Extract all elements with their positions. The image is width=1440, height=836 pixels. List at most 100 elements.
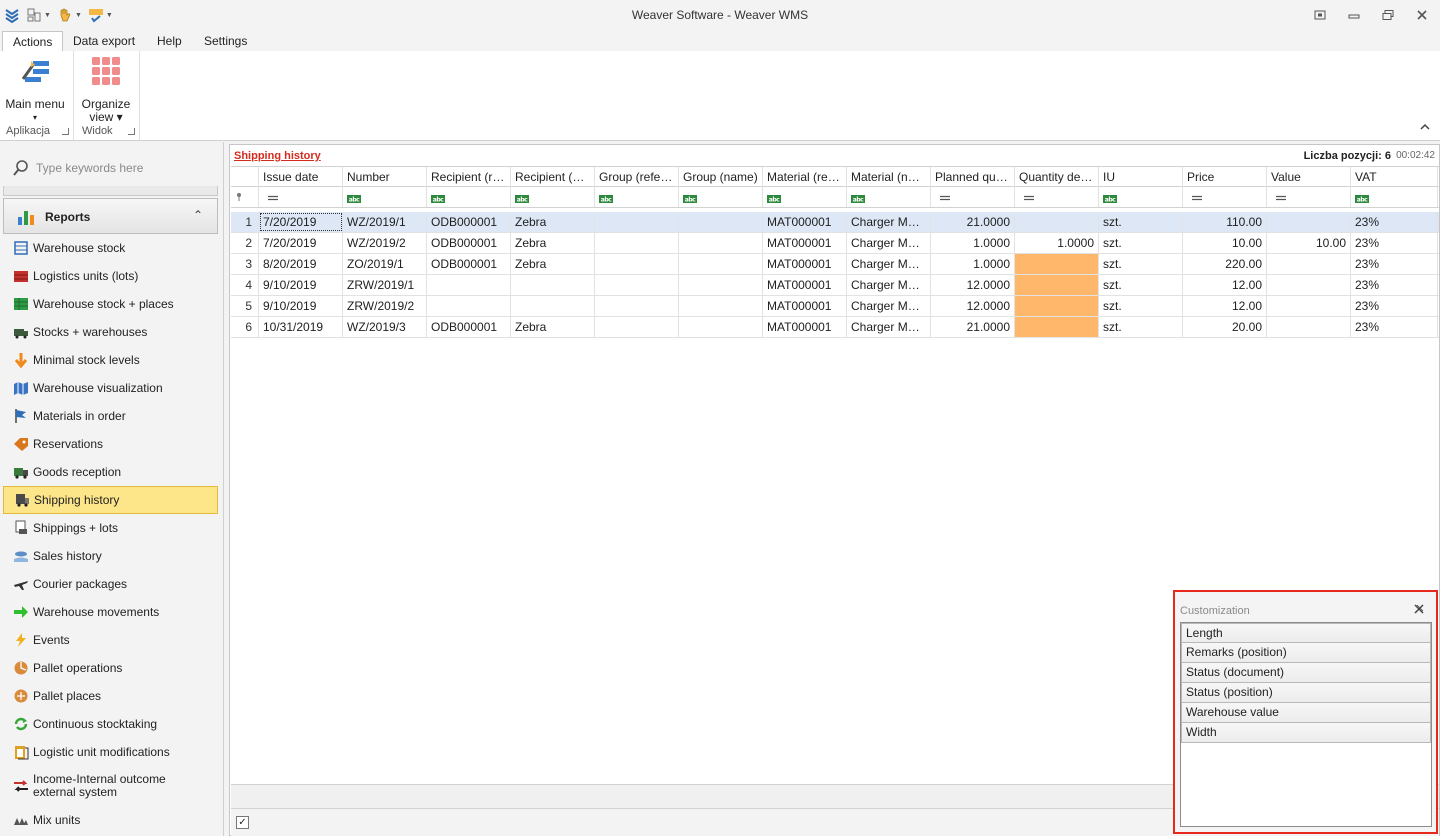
table-cell[interactable]: 1.0000 xyxy=(931,233,1015,253)
table-cell[interactable]: MAT000001 xyxy=(763,233,847,253)
tab-settings[interactable]: Settings xyxy=(194,31,257,53)
main-menu-button[interactable]: Main menu ▾ xyxy=(4,55,66,124)
table-cell[interactable] xyxy=(1015,296,1099,316)
table-cell[interactable]: MAT000001 xyxy=(763,317,847,337)
table-cell[interactable]: WZ/2019/3 xyxy=(343,317,427,337)
sidebar-item-courier-packages[interactable]: Courier packages xyxy=(3,570,218,598)
filter-cell[interactable]: abc xyxy=(511,187,595,207)
table-cell[interactable]: 7/20/2019 xyxy=(259,212,343,232)
table-cell[interactable] xyxy=(427,275,511,295)
table-cell[interactable]: 20.00 xyxy=(1183,317,1267,337)
filter-cell[interactable] xyxy=(1015,187,1099,207)
fullscreen-button[interactable] xyxy=(1308,6,1332,24)
sidebar-item-stocks-warehouses[interactable]: Stocks + warehouses xyxy=(3,318,218,346)
table-cell[interactable]: Charger MS221 xyxy=(847,296,931,316)
table-cell[interactable]: 10/31/2019 xyxy=(259,317,343,337)
column-header-quantity-deliv[interactable]: Quantity deliv... xyxy=(1015,167,1099,187)
table-cell[interactable]: ODB000001 xyxy=(427,317,511,337)
hidden-column-warehouse-value[interactable]: Warehouse value xyxy=(1181,703,1431,723)
tab-help[interactable]: Help xyxy=(147,31,192,53)
filter-cell[interactable] xyxy=(1267,187,1351,207)
filter-cell[interactable]: abc xyxy=(595,187,679,207)
table-cell[interactable]: ZO/2019/1 xyxy=(343,254,427,274)
table-cell[interactable]: WZ/2019/2 xyxy=(343,233,427,253)
table-row[interactable]: 4 9/10/2019 ZRW/2019/1 MAT000001 Charger MS2… xyxy=(231,275,1439,296)
table-cell[interactable]: 23% xyxy=(1351,233,1438,253)
table-cell[interactable]: 12.00 xyxy=(1183,296,1267,316)
chevron-up-icon[interactable]: ⌃ xyxy=(193,208,203,222)
sidebar-item-logistic-unit-modifications[interactable]: Logistic unit modifications xyxy=(3,738,218,766)
filter-cell[interactable]: abc xyxy=(1351,187,1438,207)
table-row[interactable]: 1 7/20/2019 WZ/2019/1 ODB000001 Zebra MAT0000… xyxy=(231,212,1439,233)
table-cell[interactable] xyxy=(1267,212,1351,232)
filter-cell[interactable]: abc xyxy=(847,187,931,207)
table-cell[interactable] xyxy=(1015,212,1099,232)
table-cell[interactable]: 110.00 xyxy=(1183,212,1267,232)
table-cell[interactable]: MAT000001 xyxy=(763,254,847,274)
table-cell[interactable]: Charger MS221 xyxy=(847,254,931,274)
table-cell[interactable]: ODB000001 xyxy=(427,212,511,232)
table-cell[interactable]: MAT000001 xyxy=(763,296,847,316)
table-cell[interactable]: 7/20/2019 xyxy=(259,233,343,253)
minimize-button[interactable] xyxy=(1342,6,1366,24)
sidebar-item-minimal-stock-levels[interactable]: Minimal stock levels xyxy=(3,346,218,374)
table-cell[interactable]: Zebra xyxy=(511,233,595,253)
table-cell[interactable] xyxy=(1015,317,1099,337)
column-header-material-refe[interactable]: Material (refe... xyxy=(763,167,847,187)
table-cell[interactable] xyxy=(511,296,595,316)
table-cell[interactable]: Charger MS221 xyxy=(847,233,931,253)
column-header-issue-date[interactable]: Issue date xyxy=(259,167,343,187)
sidebar-item-reservations[interactable]: Reservations xyxy=(3,430,218,458)
sidebar-item-warehouse-movements[interactable]: Warehouse movements xyxy=(3,598,218,626)
table-cell[interactable]: szt. xyxy=(1099,254,1183,274)
table-cell[interactable] xyxy=(679,317,763,337)
sidebar-item-sales-history[interactable]: Sales history xyxy=(3,542,218,570)
organize-view-button[interactable]: Organize view ▾ xyxy=(78,55,134,124)
hidden-column-remarks-position[interactable]: Remarks (position) xyxy=(1181,643,1431,663)
hidden-column-status-document[interactable]: Status (document) xyxy=(1181,663,1431,683)
table-cell[interactable]: ZRW/2019/2 xyxy=(343,296,427,316)
sidebar-item-income-internal-outcome-external-system[interactable]: Income-Internal outcome external system xyxy=(3,766,218,806)
column-header-number[interactable]: Number xyxy=(343,167,427,187)
table-cell[interactable]: 12.0000 xyxy=(931,296,1015,316)
table-cell[interactable]: 9/10/2019 xyxy=(259,296,343,316)
filter-cell[interactable] xyxy=(931,187,1015,207)
table-cell[interactable]: Zebra xyxy=(511,212,595,232)
hidden-column-width[interactable]: Width xyxy=(1181,723,1431,743)
hidden-column-length[interactable]: Length xyxy=(1181,623,1431,643)
table-cell[interactable]: 23% xyxy=(1351,275,1438,295)
table-cell[interactable] xyxy=(679,233,763,253)
table-cell[interactable]: szt. xyxy=(1099,233,1183,253)
table-cell[interactable]: 1.0000 xyxy=(1015,233,1099,253)
table-cell[interactable]: 220.00 xyxy=(1183,254,1267,274)
filter-cell[interactable]: abc xyxy=(427,187,511,207)
sidebar-item-shippings-lots[interactable]: Shippings + lots xyxy=(3,514,218,542)
filter-cell[interactable]: abc xyxy=(679,187,763,207)
sidebar-item-events[interactable]: Events xyxy=(3,626,218,654)
table-row[interactable]: 2 7/20/2019 WZ/2019/2 ODB000001 Zebra MAT0000… xyxy=(231,233,1439,254)
table-cell[interactable] xyxy=(595,317,679,337)
sidebar-item-mix-units[interactable]: Mix units xyxy=(3,806,218,834)
table-cell[interactable]: 12.0000 xyxy=(931,275,1015,295)
filter-cell[interactable]: abc xyxy=(1099,187,1183,207)
tab-actions[interactable]: Actions xyxy=(2,31,64,53)
table-row[interactable]: 5 9/10/2019 ZRW/2019/2 MAT000001 Charger MS2… xyxy=(231,296,1439,317)
column-header-material-name[interactable]: Material (name) xyxy=(847,167,931,187)
table-cell[interactable]: Charger MS221 xyxy=(847,275,931,295)
column-header-group-refere[interactable]: Group (refere... xyxy=(595,167,679,187)
sidebar-item-warehouse-stock[interactable]: Warehouse stock xyxy=(3,234,218,262)
table-cell[interactable] xyxy=(679,212,763,232)
reports-group-header[interactable]: Reports ⌃ xyxy=(3,198,218,234)
table-cell[interactable] xyxy=(1267,296,1351,316)
close-window-button[interactable] xyxy=(1410,6,1434,24)
table-cell[interactable] xyxy=(595,254,679,274)
document-tab-shipping-history[interactable]: Shipping history xyxy=(234,150,321,162)
table-cell[interactable]: 1.0000 xyxy=(931,254,1015,274)
table-cell[interactable] xyxy=(595,212,679,232)
filter-cell[interactable] xyxy=(1183,187,1267,207)
table-cell[interactable] xyxy=(1015,254,1099,274)
table-cell[interactable] xyxy=(1267,317,1351,337)
table-cell[interactable] xyxy=(1267,275,1351,295)
filter-cell[interactable] xyxy=(259,187,343,207)
table-cell[interactable] xyxy=(427,296,511,316)
